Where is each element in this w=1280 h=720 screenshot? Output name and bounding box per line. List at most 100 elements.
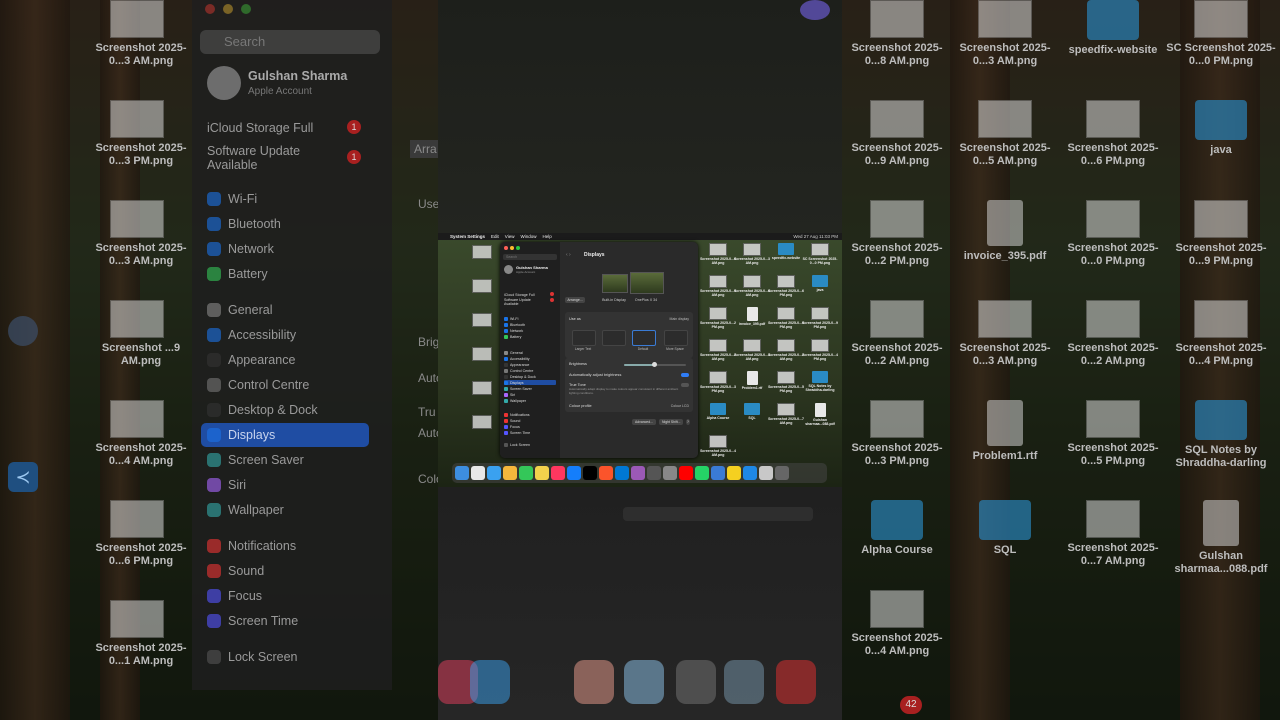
sidebar-item-battery[interactable]: Battery [504,334,556,339]
sidebar-search-input[interactable]: Search [503,254,557,260]
desktop-folder[interactable]: SQL Notes by Shraddha-darling [802,371,838,392]
file-thumbnail[interactable] [472,347,492,361]
true-tone-toggle[interactable] [681,383,689,387]
desktop-thumb[interactable]: Screenshot 2025-0...9 AM.png [842,100,952,168]
desktop-thumb[interactable]: Screenshot 2025-0...0 PM.png [768,307,804,329]
sidebar-item-siri[interactable]: Siri [504,392,556,397]
desktop-thumb[interactable]: Screenshot 2025-0...4 AM.png [842,590,952,658]
dock-app-icon[interactable] [695,466,709,480]
desktop-thumb[interactable]: SC Screenshot 2025-0...0 PM.png [1166,0,1276,68]
desktop-thumb[interactable]: Screenshot 2025-0...4 PM.png [1166,300,1276,368]
dock-app-icon[interactable] [679,466,693,480]
arrange-button[interactable]: Arrange... [565,297,585,303]
desktop-thumb[interactable]: Screenshot 2025-0...0 PM.png [1058,200,1168,268]
sidebar-item-displays[interactable]: Displays [207,428,275,442]
file-thumbnail[interactable] [472,279,492,293]
software-update-item[interactable]: Software Update Available [504,298,556,307]
desktop-folder[interactable]: Alpha Course [842,500,952,557]
desktop-doc[interactable]: invoice_395.pdf [950,200,1060,263]
sidebar-item-network[interactable]: Network [207,242,274,256]
auto-brightness-toggle[interactable] [681,373,689,377]
file-thumbnail[interactable] [472,415,492,429]
desktop-file[interactable]: Screenshot 2025-0...3 AM.png [82,200,192,268]
dock-app-icon[interactable] [519,466,533,480]
dock-app-icon[interactable] [503,466,517,480]
software-update-item[interactable]: Software Update Available [207,144,327,172]
desktop-thumb[interactable]: Screenshot 2025-0...6 AM.png [700,243,736,265]
desktop-thumb[interactable]: Screenshot 2025-0...9 PM.png [1166,200,1276,268]
sidebar-item-siri[interactable]: Siri [207,478,246,492]
desktop-thumb[interactable]: Screenshot 2025-0...5 AM.png [950,100,1060,168]
desktop-file[interactable]: Screenshot 2025-0...1 AM.png [82,600,192,668]
account-row[interactable]: Gulshan Sharma Apple Account [504,265,548,274]
sidebar-item-wi-fi[interactable]: Wi-Fi [504,316,556,321]
desktop-thumb[interactable]: Screenshot 2025-0...2 PM.png [842,200,952,268]
desktop-thumb[interactable]: Screenshot 2025-0...7 AM.png [1058,500,1168,568]
sidebar-item-network[interactable]: Network [504,328,556,333]
sidebar-item-focus[interactable]: Focus [504,424,556,429]
sidebar-item-sound[interactable]: Sound [207,564,264,578]
sidebar-item-general[interactable]: General [207,303,272,317]
display-thumbnail-builtin[interactable] [602,274,628,293]
resolution-option[interactable] [602,330,626,346]
desktop-file[interactable]: Screenshot 2025-0...4 AM.png [82,400,192,468]
desktop-thumb[interactable]: Screenshot 2025-0...2 PM.png [700,307,736,329]
zoom-icon[interactable] [516,246,520,250]
dock-app-icon[interactable] [535,466,549,480]
desktop-thumb[interactable]: Screenshot 2025-0...5 PM.png [1058,400,1168,468]
sidebar-item-lock-screen[interactable]: Lock Screen [504,442,556,447]
dock-app-icon[interactable] [663,466,677,480]
desktop-thumb[interactable]: Screenshot 2025-0...7 AM.png [768,403,804,425]
sidebar-item-control-centre[interactable]: Control Centre [207,378,309,392]
desktop-thumb[interactable]: Screenshot 2025-0...6 PM.png [768,275,804,297]
desktop-thumb[interactable]: Screenshot 2025-0...8 AM.png [842,0,952,68]
sidebar-item-notifications[interactable]: Notifications [504,412,556,417]
desktop-folder[interactable]: Alpha Course [700,403,736,420]
app-icon[interactable] [8,316,38,346]
desktop-thumb[interactable]: Screenshot 2025-0...4 AM.png [700,435,736,457]
desktop-thumb[interactable]: Screenshot 2025-0...6 AM.png [734,275,770,297]
resolution-option-selected[interactable] [632,330,656,346]
icloud-storage-item[interactable]: iCloud Storage Full [207,121,313,135]
desktop-folder[interactable]: SQL Notes by Shraddha-darling [1166,400,1276,470]
sidebar-item-appearance[interactable]: Appearance [207,353,295,367]
help-button[interactable]: ? [686,419,690,425]
menu-window[interactable]: Window [520,234,536,239]
menu-edit[interactable]: Edit [491,234,499,239]
desktop-thumb[interactable]: Screenshot 2025-0...3 AM.png [734,339,770,361]
desktop-thumb[interactable]: SC Screenshot 2025-0...0 PM.png [802,243,838,265]
sidebar-item-battery[interactable]: Battery [207,267,268,281]
dock-app-icon[interactable] [567,466,581,480]
sidebar-item-focus[interactable]: Focus [207,589,262,603]
close-icon[interactable] [504,246,508,250]
sidebar-item-wi-fi[interactable]: Wi-Fi [207,192,257,206]
desktop-thumb[interactable]: Screenshot 2025-0...3 PM.png [842,400,952,468]
minimize-icon[interactable] [510,246,514,250]
resolution-option[interactable] [664,330,688,346]
sidebar-item-accessibility[interactable]: Accessibility [504,356,556,361]
desktop-doc[interactable]: Problem1.rtf [950,400,1060,463]
search-input[interactable]: Search [200,30,380,54]
advanced-button[interactable]: Advanced... [632,419,656,425]
desktop-thumb[interactable]: Screenshot 2025-0...2 AM.png [1058,300,1168,368]
dock-app-icon[interactable] [455,466,469,480]
dock-app-icon[interactable] [743,466,757,480]
sidebar-item-appearance[interactable]: Appearance [504,362,556,367]
desktop-thumb[interactable]: Screenshot 2025-0...2 AM.png [842,300,952,368]
desktop-doc[interactable]: invoice_395.pdf [734,307,770,326]
desktop-folder[interactable]: speedfix-website [1058,0,1168,57]
dock-app-icon[interactable] [487,466,501,480]
dock-app-icon[interactable] [759,466,773,480]
desktop-thumb[interactable]: Screenshot 2025-0...3 AM.png [950,0,1060,68]
desktop-thumb[interactable]: Screenshot 2025-0...9 PM.png [802,307,838,329]
desktop-doc[interactable]: Gulshan sharmaa...088.pdf [802,403,838,426]
desktop-folder[interactable]: java [1166,100,1276,157]
desktop-file[interactable]: Screenshot ...9 AM.png [82,300,192,368]
sidebar-item-wallpaper[interactable]: Wallpaper [207,503,284,517]
menu-clock[interactable]: Wed 27 Aug 11:03 PM [793,234,842,239]
colour-profile-select[interactable]: Colour LCD [671,404,689,408]
desktop-thumb[interactable]: Screenshot 2025-0...9 AM.png [700,275,736,297]
slider-knob[interactable] [652,362,657,367]
desktop-thumb[interactable]: Screenshot 2025-0...3 AM.png [950,300,1060,368]
desktop-folder[interactable]: SQL [734,403,770,420]
